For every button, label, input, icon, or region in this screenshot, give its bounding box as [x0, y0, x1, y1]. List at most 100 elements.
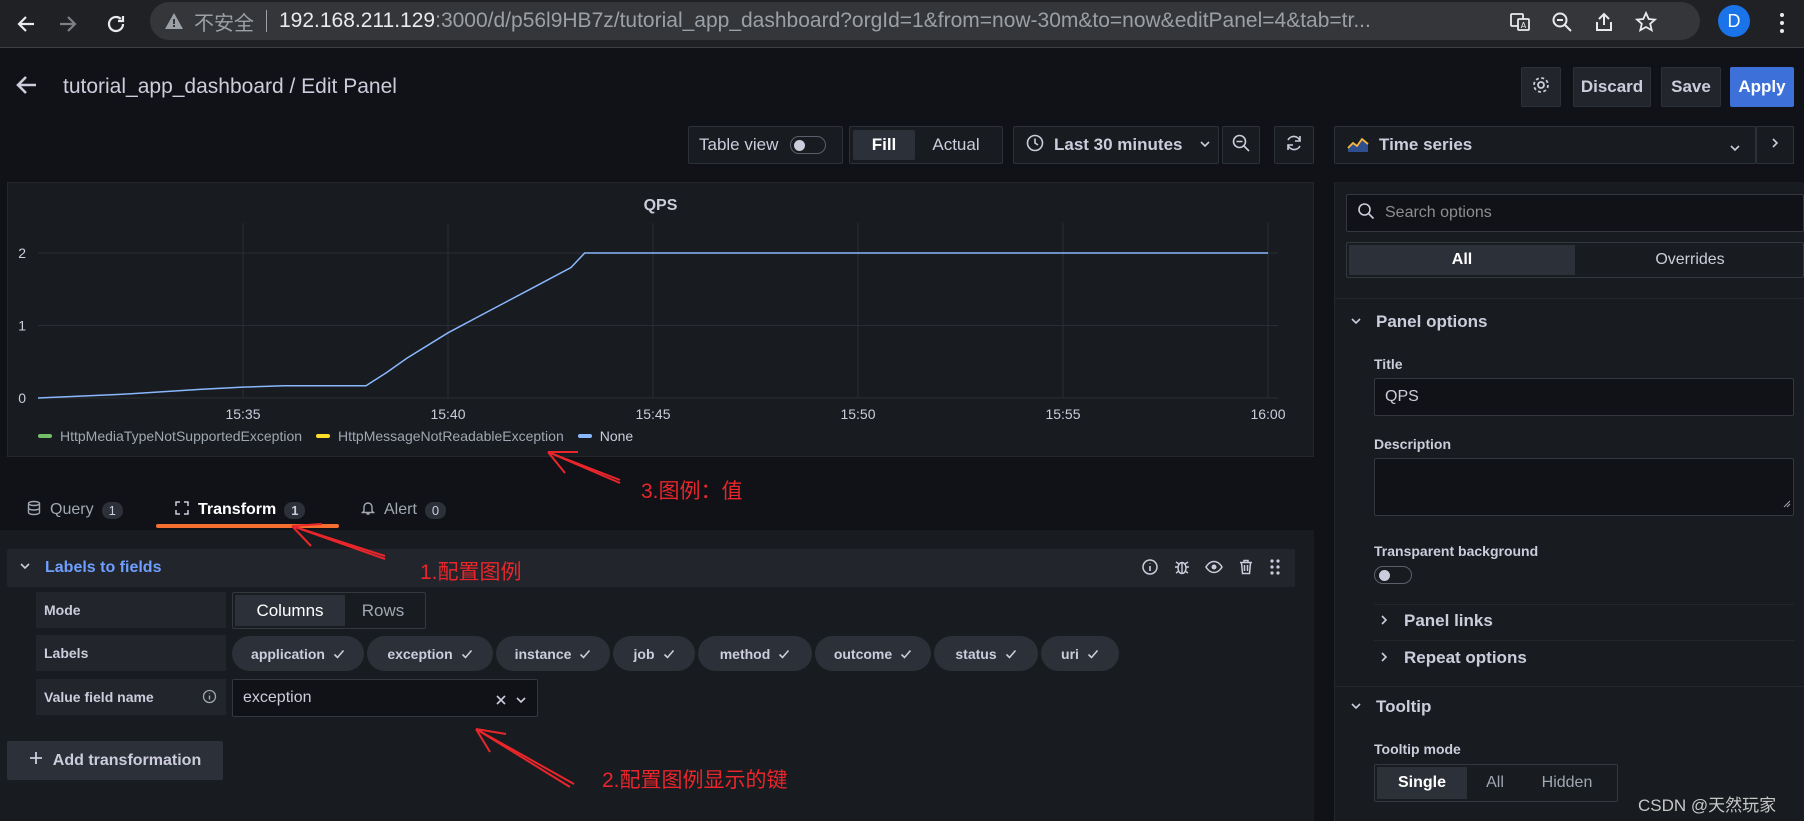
chart-legend: HttpMediaTypeNotSupportedException HttpM…	[38, 428, 633, 444]
insecure-label: 不安全	[194, 12, 254, 35]
label-pill-outcome[interactable]: outcome	[815, 636, 931, 671]
address-bar[interactable]: 不安全 192.168.211.129:3000/d/p56l9HB7z/tut…	[150, 2, 1700, 40]
tooltip-section[interactable]: Tooltip	[1350, 697, 1431, 717]
title-label: Title	[1374, 356, 1403, 372]
annotation-1: 1.配置图例	[420, 561, 522, 584]
fill-actual-group: Fill Actual	[849, 126, 1003, 164]
page-title: tutorial_app_dashboard / Edit Panel	[63, 75, 397, 98]
debug-icon[interactable]	[1173, 558, 1191, 581]
y-tick-label: 0	[18, 390, 26, 406]
value-field-label: Value field name	[36, 679, 226, 715]
mode-rows-button[interactable]: Rows	[345, 595, 421, 626]
forward-arrow-icon[interactable]	[52, 8, 84, 40]
tab-all[interactable]: All	[1349, 245, 1575, 275]
panel-options-section[interactable]: Panel options	[1350, 312, 1487, 332]
transform-icon	[174, 500, 190, 521]
save-button[interactable]: Save	[1661, 67, 1721, 107]
bell-icon	[360, 500, 376, 521]
back-arrow-icon[interactable]	[12, 70, 42, 100]
chevron-down-icon	[1729, 139, 1741, 159]
chevron-right-icon	[1378, 648, 1390, 668]
info-icon[interactable]	[202, 689, 217, 707]
zoom-out-icon	[1231, 133, 1251, 158]
label-pill-status[interactable]: status	[934, 636, 1038, 671]
y-tick-label: 2	[18, 245, 26, 261]
search-options-input[interactable]: Search options	[1346, 194, 1804, 232]
chevron-down-icon[interactable]	[19, 559, 31, 577]
translate-icon[interactable]: A	[1506, 8, 1534, 36]
label-pill-exception[interactable]: exception	[367, 636, 493, 671]
add-transformation-button[interactable]: Add transformation	[7, 741, 223, 780]
bookmark-star-icon[interactable]	[1632, 8, 1660, 36]
fill-button[interactable]: Fill	[853, 130, 915, 160]
label-pill-job[interactable]: job	[613, 636, 695, 671]
info-icon[interactable]	[1141, 558, 1159, 581]
mode-selector: Columns Rows	[232, 592, 426, 629]
all-overrides-tabs: All Overrides	[1346, 242, 1804, 278]
table-view-label: Table view	[699, 135, 779, 154]
plus-icon	[29, 751, 43, 770]
tooltip-single-button[interactable]: Single	[1377, 767, 1467, 799]
x-tick-label: 15:45	[635, 406, 670, 422]
dashboard-settings-button[interactable]	[1521, 67, 1561, 107]
x-tick-label: 15:40	[430, 406, 465, 422]
table-view-switch[interactable]	[790, 136, 827, 154]
annotation-3: 3.图例：值	[641, 480, 743, 503]
resize-handle-icon[interactable]	[1781, 495, 1791, 513]
tooltip-all-button[interactable]: All	[1467, 767, 1523, 799]
check-icon	[333, 649, 345, 659]
check-icon	[461, 649, 472, 659]
reload-icon[interactable]	[100, 8, 132, 40]
panel-preview: QPS 0 1 2 15:35 15:40 15:45 15:50 15:55 16:00 Ht…	[7, 182, 1314, 457]
clear-icon[interactable]	[495, 693, 507, 711]
tab-overrides[interactable]: Overrides	[1577, 243, 1803, 277]
panel-links-section[interactable]: Panel links	[1378, 611, 1493, 631]
check-icon	[580, 649, 591, 659]
transparent-label: Transparent background	[1374, 543, 1539, 559]
title-input[interactable]: QPS	[1374, 378, 1794, 416]
browser-menu-icon[interactable]	[1770, 8, 1794, 38]
legend-item[interactable]: None	[577, 428, 633, 444]
back-arrow-icon[interactable]	[10, 8, 42, 40]
transformation-header[interactable]: Labels to fields	[7, 549, 1295, 587]
time-range-picker[interactable]: Last 30 minutes	[1013, 126, 1219, 164]
zoom-icon[interactable]	[1548, 8, 1576, 36]
label-pill-uri[interactable]: uri	[1041, 636, 1119, 671]
tooltip-hidden-button[interactable]: Hidden	[1523, 767, 1611, 799]
time-range-label: Last 30 minutes	[1054, 135, 1183, 154]
repeat-options-section[interactable]: Repeat options	[1378, 648, 1527, 668]
clock-icon	[1026, 134, 1044, 157]
x-tick-label: 15:35	[225, 406, 260, 422]
toggle-options-button[interactable]	[1756, 126, 1794, 164]
legend-item[interactable]: HttpMediaTypeNotSupportedException	[38, 428, 302, 444]
chevron-down-icon	[1199, 135, 1211, 155]
table-view-toggle[interactable]: Table view	[688, 126, 843, 164]
actual-button[interactable]: Actual	[915, 130, 997, 160]
mode-columns-button[interactable]: Columns	[235, 595, 345, 626]
x-tick-label: 15:50	[840, 406, 875, 422]
active-tab-indicator	[156, 524, 339, 528]
eye-icon[interactable]	[1205, 558, 1223, 581]
apply-button[interactable]: Apply	[1730, 67, 1794, 107]
chevron-down-icon[interactable]	[515, 693, 527, 711]
legend-item[interactable]: HttpMessageNotReadableException	[316, 428, 564, 444]
watermark: CSDN @天然玩家	[1638, 796, 1777, 815]
label-pill-instance[interactable]: instance	[496, 636, 610, 671]
zoom-out-button[interactable]	[1222, 126, 1260, 164]
transparent-switch[interactable]	[1374, 566, 1412, 584]
mode-label: Mode	[36, 592, 226, 628]
share-icon[interactable]	[1590, 8, 1618, 36]
refresh-button[interactable]	[1274, 126, 1314, 164]
value-field-select[interactable]: exception	[232, 679, 538, 717]
visualization-picker[interactable]: Time series	[1334, 126, 1756, 164]
label-pill-method[interactable]: method	[698, 636, 812, 671]
trash-icon[interactable]	[1237, 558, 1255, 581]
browser-toolbar: 不安全 192.168.211.129:3000/d/p56l9HB7z/tut…	[0, 0, 1804, 48]
tab-query[interactable]: Query 1	[26, 490, 123, 530]
profile-avatar[interactable]: D	[1718, 5, 1750, 37]
drag-handle-icon[interactable]	[1269, 558, 1281, 581]
discard-button[interactable]: Discard	[1573, 67, 1651, 107]
label-pill-application[interactable]: application	[232, 636, 364, 671]
description-textarea[interactable]	[1374, 458, 1794, 516]
tab-alert[interactable]: Alert 0	[360, 490, 447, 530]
